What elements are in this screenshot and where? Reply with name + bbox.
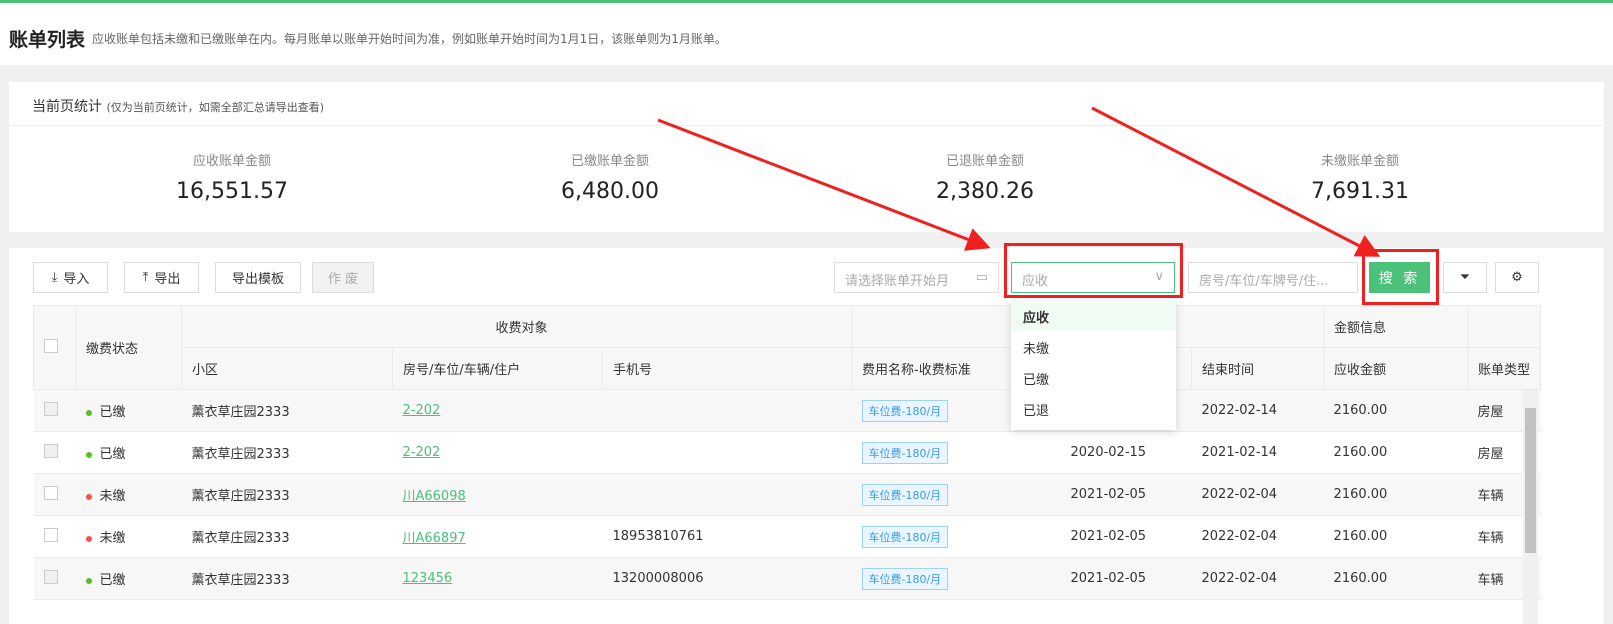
arrow-to-select — [657, 118, 991, 251]
annotation-arrows — [657, 106, 1381, 257]
arrow-to-search — [1091, 106, 1381, 257]
